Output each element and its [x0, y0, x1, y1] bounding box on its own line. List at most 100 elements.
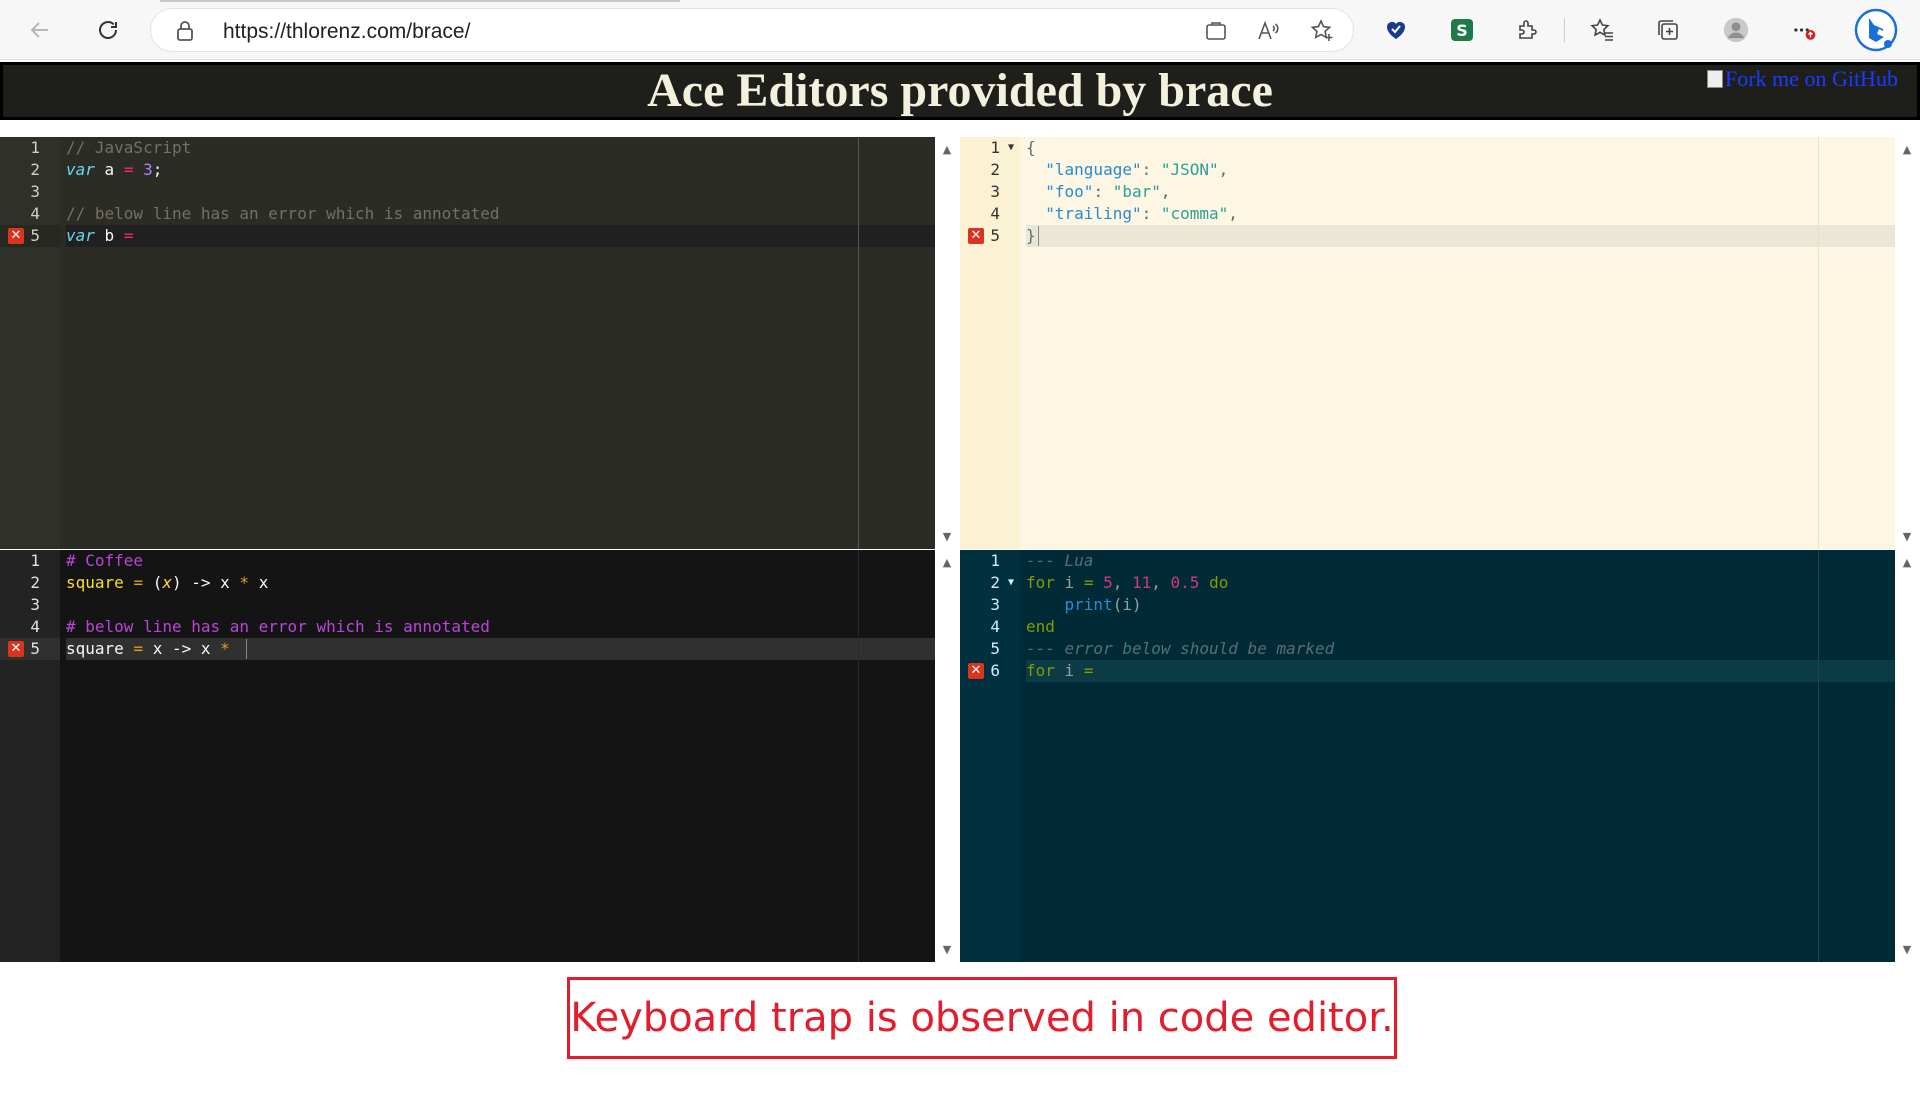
code-line: "language": "JSON", — [1045, 160, 1229, 179]
avatar-icon — [1723, 17, 1749, 43]
active-line-highlight — [1026, 225, 1895, 247]
text-cursor — [246, 639, 247, 659]
scroll-down-icon[interactable]: ▼ — [937, 943, 957, 956]
gutter-line: 1 ▼ — [990, 137, 1014, 159]
extensions-button[interactable] — [1512, 14, 1544, 46]
scroll-up-icon[interactable]: ▲ — [937, 143, 957, 156]
scroll-up-icon[interactable]: ▲ — [937, 556, 957, 569]
s-extension-icon: S — [1451, 19, 1473, 41]
favorites-star-icon — [1590, 18, 1613, 41]
fork-me-link[interactable]: Fork me on GitHub — [1707, 66, 1917, 92]
editor-gutter: 1 2 3 4 ✕ 5 — [0, 137, 60, 549]
gutter-line: 1 — [990, 551, 1000, 570]
gutter-line: 2 — [30, 160, 40, 179]
gutter-line: 4 — [990, 204, 1000, 223]
code-line: square = (x) -> x * x — [66, 573, 269, 592]
bing-icon — [1854, 8, 1898, 52]
fold-arrow-icon[interactable]: ▼ — [1008, 572, 1014, 594]
code-line: "trailing": "comma", — [1045, 204, 1238, 223]
fork-me-text[interactable]: Fork me on GitHub — [1725, 66, 1898, 91]
gutter-line-error: ✕ 5 — [960, 225, 1020, 247]
scroll-down-icon[interactable]: ▼ — [1897, 943, 1917, 956]
code-line: { — [1026, 138, 1036, 157]
code-line-error: square = x -> x * — [66, 639, 230, 658]
favorite-add-icon[interactable] — [1309, 18, 1335, 44]
gutter-line: 3 — [990, 182, 1000, 201]
back-arrow-icon — [30, 22, 48, 38]
collections-button[interactable] — [1652, 14, 1684, 46]
profile-button[interactable] — [1720, 14, 1752, 46]
gutter-line: 3 — [30, 595, 40, 614]
puzzle-icon — [1519, 20, 1537, 39]
collections-icon — [1658, 20, 1678, 40]
print-margin — [858, 550, 859, 962]
gutter-line: 3 — [30, 182, 40, 201]
error-icon[interactable]: ✕ — [8, 228, 24, 244]
editor-lua[interactable]: 1 2 ▼ 3 4 5 ✕ 6 --- Lua for i = 5, 11, 0.5… — [960, 550, 1895, 962]
fold-arrow-icon[interactable]: ▼ — [1008, 137, 1014, 159]
toolbar-separator — [1564, 18, 1565, 42]
scroll-down-icon[interactable]: ▼ — [937, 530, 957, 543]
editor-content[interactable]: # Coffee square = (x) -> x * x # below l… — [66, 550, 935, 962]
code-line: for i = 5, 11, 0.5 do — [1026, 573, 1229, 592]
refresh-button[interactable] — [90, 12, 126, 48]
code-line: end — [1026, 617, 1055, 636]
scrollbar-json[interactable]: ▲ ▼ — [1897, 137, 1917, 549]
error-icon[interactable]: ✕ — [8, 641, 24, 657]
gutter-line: 5 — [990, 639, 1000, 658]
code-line: var a = 3; — [66, 160, 163, 179]
error-icon[interactable]: ✕ — [968, 663, 984, 679]
gutter-line: 2 ▼ — [990, 572, 1014, 594]
editor-content[interactable]: // JavaScript var a = 3; // below line h… — [66, 137, 935, 549]
scroll-down-icon[interactable]: ▼ — [1897, 530, 1917, 543]
bing-chat-button[interactable] — [1854, 8, 1898, 52]
gutter-line: 4 — [30, 617, 40, 636]
gutter-line: 1 — [30, 551, 40, 570]
editor-gutter: 1 2 ▼ 3 4 5 ✕ 6 — [960, 550, 1020, 962]
heart-shield-icon — [1387, 21, 1405, 39]
code-line-error: var b = — [66, 226, 134, 245]
app-available-icon[interactable] — [1203, 18, 1229, 44]
scroll-up-icon[interactable]: ▲ — [1897, 143, 1917, 156]
print-margin — [1818, 137, 1819, 549]
code-line: // JavaScript — [66, 138, 192, 157]
code-line: "foo": "bar", — [1045, 182, 1171, 201]
editor-content[interactable]: { "language": "JSON", "foo": "bar", "tra… — [1026, 137, 1895, 549]
browser-essentials-button[interactable] — [1380, 14, 1412, 46]
error-icon[interactable]: ✕ — [968, 228, 984, 244]
editor-coffee[interactable]: 1 2 3 4 ✕ 5 # Coffee square = (x) -> x * … — [0, 550, 935, 962]
code-line: // below line has an error which is anno… — [66, 204, 500, 223]
url-text[interactable]: https://thlorenz.com/brace/ — [223, 20, 470, 44]
editor-content[interactable]: --- Lua for i = 5, 11, 0.5 do print(i) e… — [1026, 550, 1895, 962]
editor-json[interactable]: 1 ▼ 2 3 4 ✕ 5 { "language": "JSON", "foo":… — [960, 137, 1895, 549]
back-button[interactable] — [22, 12, 58, 48]
gutter-line: 1 — [30, 138, 40, 157]
gutter-line-error: ✕ 5 — [0, 638, 60, 660]
code-line: --- Lua — [1026, 551, 1094, 570]
editor-gutter: 1 ▼ 2 3 4 ✕ 5 — [960, 137, 1020, 549]
favorites-button[interactable] — [1586, 14, 1618, 46]
print-margin — [1818, 550, 1819, 962]
annotation-callout: Keyboard trap is observed in code editor… — [567, 977, 1397, 1059]
editor-gutter: 1 2 3 4 ✕ 5 — [0, 550, 60, 962]
editor-javascript[interactable]: 1 2 3 4 ✕ 5 // JavaScript var a = 3; // b… — [0, 137, 935, 549]
settings-more-button[interactable] — [1788, 14, 1820, 46]
scrollbar-javascript[interactable]: ▲ ▼ — [937, 137, 957, 549]
extension-s-button[interactable]: S — [1446, 14, 1478, 46]
lock-icon — [177, 21, 193, 41]
code-line: # below line has an error which is annot… — [66, 617, 490, 636]
text-cursor — [1038, 226, 1039, 246]
read-aloud-icon[interactable] — [1255, 18, 1281, 44]
gutter-line: 3 — [990, 595, 1000, 614]
print-margin — [858, 137, 859, 549]
code-line-error: for i = — [1026, 661, 1094, 680]
code-line: --- error below should be marked — [1026, 639, 1335, 658]
broken-image-icon — [1707, 70, 1723, 88]
svg-text:S: S — [1456, 21, 1468, 40]
address-bar[interactable]: https://thlorenz.com/brace/ — [150, 8, 1354, 52]
scroll-up-icon[interactable]: ▲ — [1897, 556, 1917, 569]
scrollbar-coffee[interactable]: ▲ ▼ — [937, 550, 957, 962]
active-line-highlight — [1026, 660, 1895, 682]
scrollbar-lua[interactable]: ▲ ▼ — [1897, 550, 1917, 962]
page-header: Ace Editors provided by brace Fork me on… — [0, 62, 1920, 120]
